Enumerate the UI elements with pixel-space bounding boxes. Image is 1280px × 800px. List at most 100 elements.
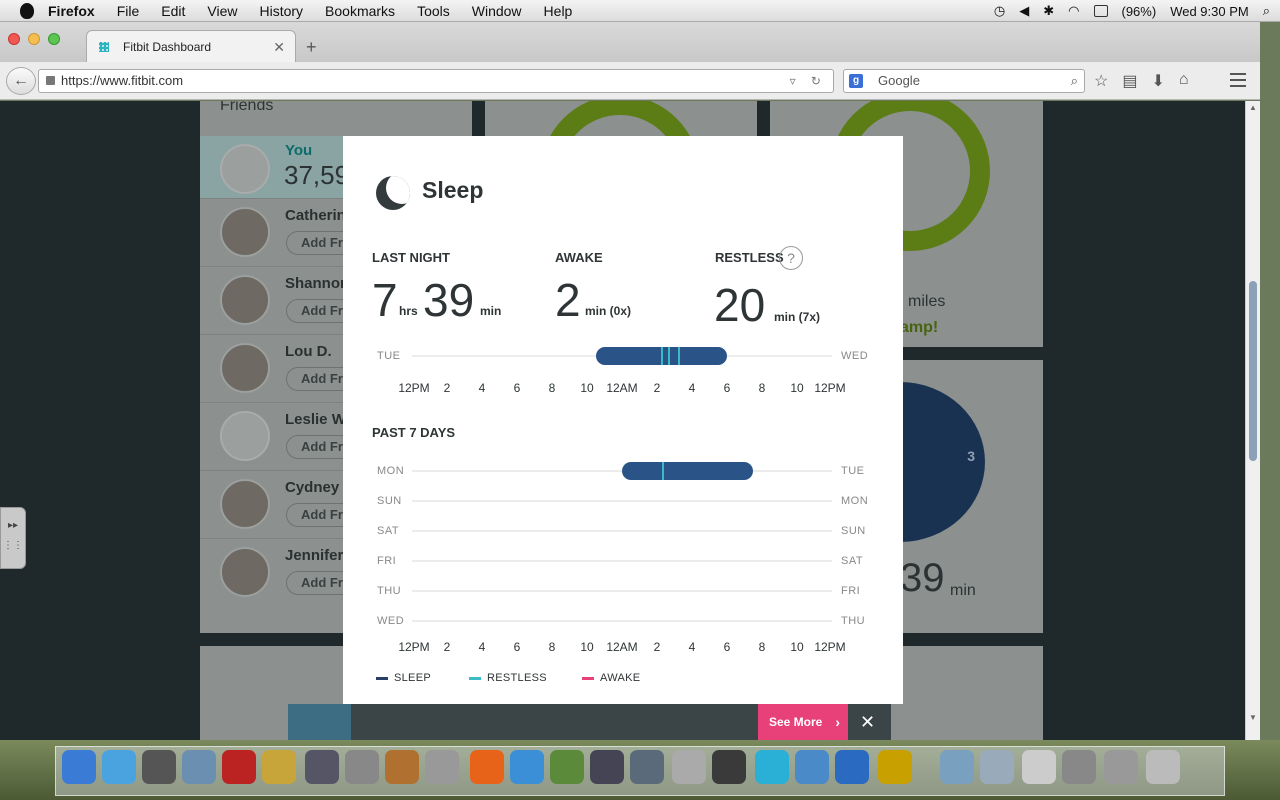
window-minimize-button[interactable] [28,33,40,45]
back-button[interactable]: ← [6,67,36,95]
scroll-down-arrow-icon[interactable]: ▼ [1249,713,1257,722]
dock-app-icon[interactable] [835,750,869,784]
menu-bookmarks[interactable]: Bookmarks [325,3,395,19]
window-zoom-button[interactable] [48,33,60,45]
dock-app-icon[interactable] [1104,750,1138,784]
menu-hamburger-icon[interactable] [1230,73,1246,87]
search-icon[interactable]: ⌕ [1071,70,1078,92]
dock-app-icon[interactable] [672,750,706,784]
reload-icon[interactable]: ▿ ↻ [790,70,827,92]
legend-label: SLEEP [394,672,431,684]
last-night-minutes: 39 [423,274,475,326]
row-track [412,530,832,532]
tab-fitbit-dashboard[interactable]: Fitbit Dashboard ✕ [86,30,296,62]
sidebar-toggle-handle[interactable]: ▸▸ ⋮⋮ [0,507,26,569]
dock-app-icon[interactable] [940,750,974,784]
last-night-hour-tick-label: 12PM [398,381,430,395]
dock-app-icon[interactable] [345,750,379,784]
menu-view[interactable]: View [207,3,237,19]
dock-app-icon[interactable] [222,750,256,784]
bookmark-star-icon[interactable]: ☆ [1094,71,1108,91]
spotlight-icon[interactable]: ⌕ [1263,3,1270,19]
window-close-button[interactable] [8,33,20,45]
friends-title: Friends [220,101,274,114]
dock-app-icon[interactable] [878,750,912,784]
row-start-day: MON [377,465,405,477]
last-night-hour-tick-label: 8 [758,381,766,395]
close-modal-icon[interactable]: ✕ [860,712,875,733]
legend-label: RESTLESS [487,672,547,684]
dock-app-icon[interactable] [755,750,789,784]
past7-hour-tick-label: 12AM [606,640,638,654]
dock-app-icon[interactable] [385,750,419,784]
google-icon[interactable]: g [849,74,863,88]
dock-app-icon[interactable] [305,750,339,784]
last-night-hour-tick-label: 10 [580,381,594,395]
tab-close-icon[interactable]: ✕ [273,39,285,56]
past7-hour-tick-label: 4 [688,640,696,654]
dock-app-icon[interactable] [1146,750,1180,784]
reading-list-icon[interactable]: ▤ [1122,71,1137,91]
row-track [412,620,832,622]
mac-menubar: Firefox File Edit View History Bookmarks… [0,0,1280,22]
dock-app-icon[interactable] [182,750,216,784]
dock-app-icon[interactable] [980,750,1014,784]
awake-value: 2 [555,274,581,326]
last-night-hour-tick-label: 4 [478,381,486,395]
awake-label: AWAKE [555,250,603,265]
row-end-day: MON [841,495,869,507]
dock-app-icon[interactable] [425,750,459,784]
menu-edit[interactable]: Edit [161,3,185,19]
wifi-icon[interactable]: ◠ [1068,3,1079,19]
hours-unit: hrs [399,304,418,318]
see-more-button[interactable]: See More › [758,704,848,740]
bluetooth-icon[interactable]: ✱ [1043,3,1054,19]
row-start-day: THU [377,585,402,597]
avatar [220,343,270,393]
restless-value: 20 [714,279,766,331]
home-icon[interactable]: ⌂ [1179,71,1189,91]
dock-app-icon[interactable] [550,750,584,784]
menubar-tray: ◷ ◀ ✱ ◠ (96%) Wed 9:30 PM ⌕ [994,0,1270,22]
dock-app-icon[interactable] [712,750,746,784]
last-night-sleep-bar[interactable] [595,347,727,365]
dock-app-icon[interactable] [590,750,624,784]
downloads-icon[interactable]: ⬇ [1151,71,1164,91]
last-night-hour-tick-label: 2 [443,381,451,395]
search-bar[interactable]: g Google ⌕ [843,69,1085,93]
timemachine-icon[interactable]: ◷ [994,3,1005,19]
dock-app-icon[interactable] [62,750,96,784]
dock-app-icon[interactable] [795,750,829,784]
scroll-thumb[interactable] [1249,281,1257,461]
restless-mark [662,462,665,480]
dock-app-icon[interactable] [1062,750,1096,784]
volume-icon[interactable]: ◀ [1019,3,1029,19]
last-night-hour-tick-label: 6 [513,381,521,395]
menu-file[interactable]: File [117,3,140,19]
dock-app-icon[interactable] [630,750,664,784]
nav-bar: ← https://www.fitbit.com ▿ ↻ g Google ⌕ … [0,62,1260,100]
dock-app-icon[interactable] [470,750,504,784]
friend-name: Leslie W [285,411,346,428]
apple-menu-icon[interactable] [20,2,34,19]
past-sleep-bar[interactable] [622,462,754,480]
menu-app[interactable]: Firefox [48,3,95,19]
help-icon[interactable]: ? [779,246,803,270]
menu-help[interactable]: Help [544,3,573,19]
menu-tools[interactable]: Tools [417,3,450,19]
dock-app-icon[interactable] [262,750,296,784]
dock-app-icon[interactable] [142,750,176,784]
past7-hour-tick-label: 2 [653,640,661,654]
battery-icon[interactable] [1093,5,1108,17]
menubar-clock[interactable]: Wed 9:30 PM [1170,4,1249,19]
new-tab-button[interactable]: + [306,37,317,58]
dock-app-icon[interactable] [102,750,136,784]
dock-app-icon[interactable] [1022,750,1056,784]
scroll-up-arrow-icon[interactable]: ▲ [1249,103,1257,112]
past7-hour-tick-label: 10 [580,640,594,654]
page-scrollbar[interactable]: ▲ ▼ [1245,101,1260,740]
dock-app-icon[interactable] [510,750,544,784]
menu-history[interactable]: History [259,3,303,19]
url-bar[interactable]: https://www.fitbit.com ▿ ↻ [38,69,834,93]
menu-window[interactable]: Window [472,3,522,19]
